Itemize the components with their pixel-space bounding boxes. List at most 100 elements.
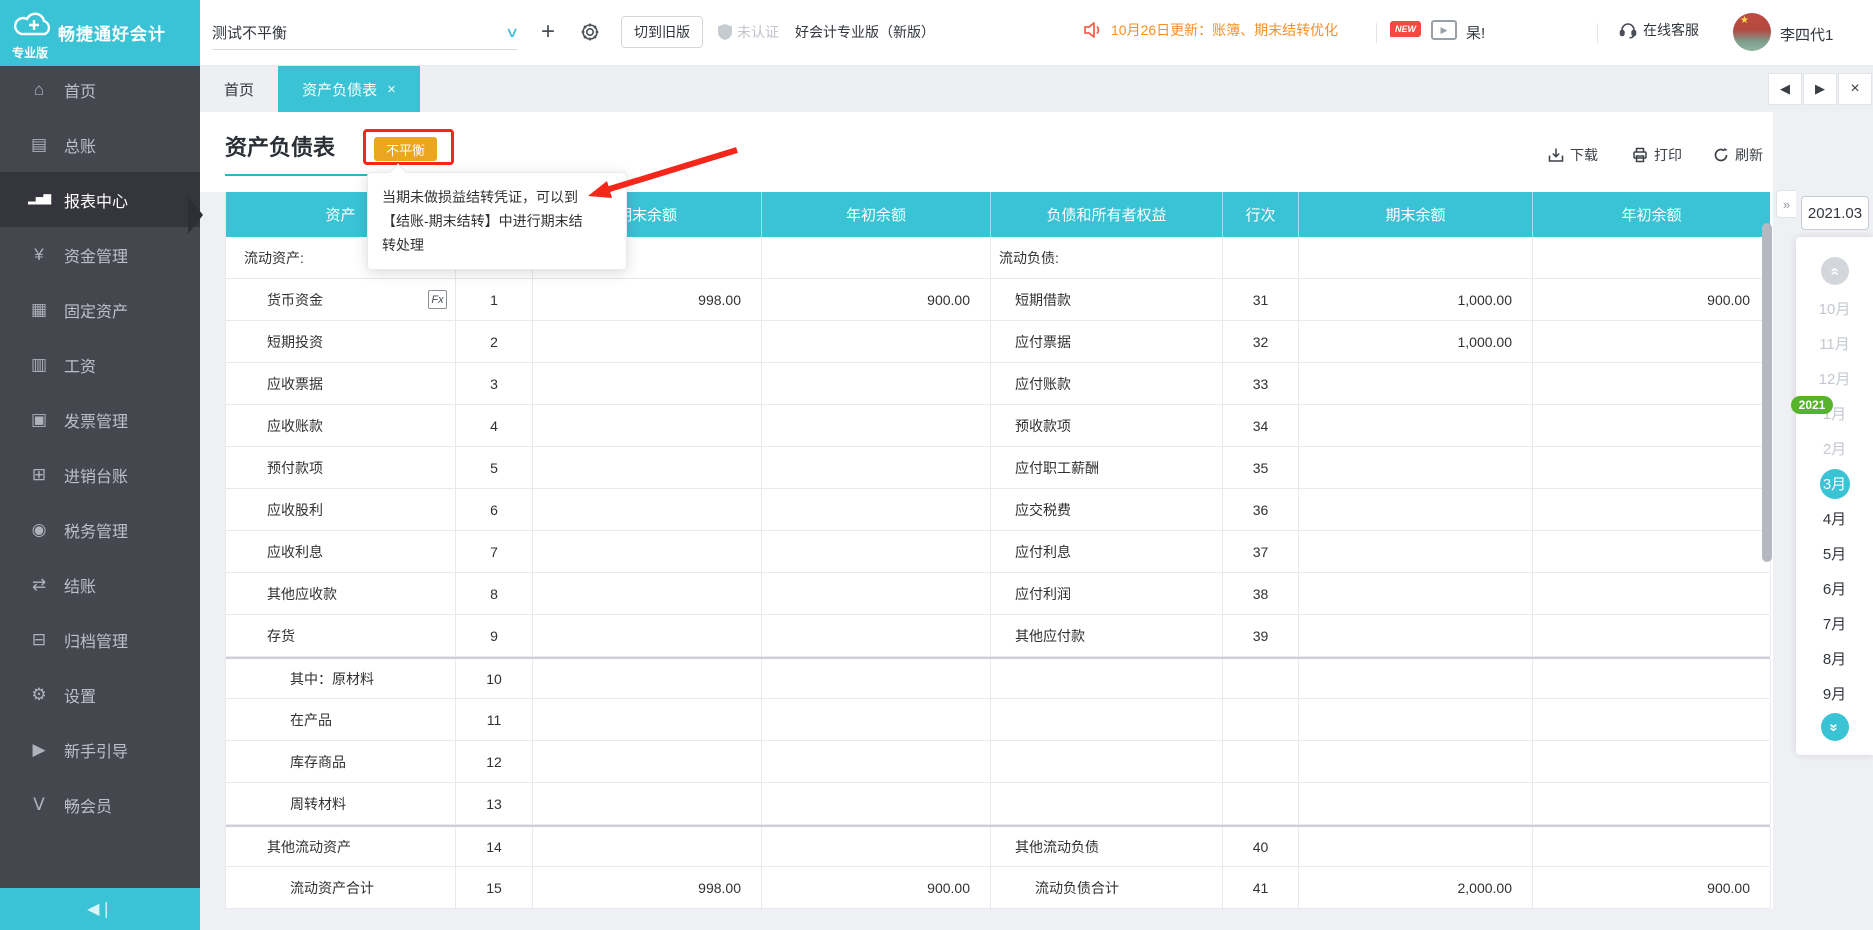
sidebar-item-label: 固定资产 <box>64 303 129 321</box>
sidebar-item-report-chart[interactable]: ▂▅▇ 报表中心 <box>0 172 200 227</box>
sidebar-item-ledger[interactable]: ▤ 总账 <box>0 117 200 172</box>
sidebar-item-tax[interactable]: ◉ 税务管理 <box>0 502 200 557</box>
tab-home[interactable]: 首页 <box>200 66 278 112</box>
liability-beginning-balance-cell <box>1533 659 1771 698</box>
asset-ending-balance-cell <box>533 447 762 488</box>
liability-ending-balance-cell: 1,000.00 <box>1299 321 1533 362</box>
months-scroll-up-button[interactable]: » <box>1820 257 1849 285</box>
asset-beginning-balance-cell <box>762 659 991 698</box>
username[interactable]: 李四代1 <box>1780 24 1833 45</box>
liability-line-no-cell: 32 <box>1223 321 1299 362</box>
table-row: 应收票据 3 应付账款 33 <box>226 363 1771 405</box>
sidebar-item-closing[interactable]: ⇄ 结账 <box>0 557 200 612</box>
sidebar-item-guide[interactable]: ▶ 新手引导 <box>0 722 200 777</box>
new-badge[interactable]: NEW <box>1390 21 1421 37</box>
month-item-8月[interactable]: 8月 <box>1796 641 1873 676</box>
asset-line-no-cell: 10 <box>456 659 533 698</box>
tab-close-icon[interactable]: × <box>387 81 396 98</box>
selected-month-bubble: 3月 <box>1819 468 1850 499</box>
tab-bar: 首页 资产负债表 × ◀ ▶ × <box>200 66 1873 112</box>
asset-name-cell: 应收利息 <box>226 531 456 572</box>
liability-name-cell <box>991 659 1223 698</box>
gear-icon[interactable] <box>576 18 604 46</box>
sidebar-item-payroll[interactable]: ▥ 工资 <box>0 337 200 392</box>
asset-line-no-cell: 4 <box>456 405 533 446</box>
asset-beginning-balance-cell: 900.00 <box>762 279 991 320</box>
period-panel-expand-button[interactable]: » <box>1776 190 1796 218</box>
tabs-close-all-button[interactable]: × <box>1838 73 1872 105</box>
liability-name-cell: 其他应付款 <box>991 615 1223 656</box>
formula-fx-icon[interactable]: Fx <box>428 290 447 309</box>
liability-beginning-balance-cell <box>1533 573 1771 614</box>
liability-ending-balance-cell <box>1299 573 1533 614</box>
month-item-5月[interactable]: 5月 <box>1796 536 1873 571</box>
sidebar-item-fixed-assets[interactable]: ▦ 固定资产 <box>0 282 200 337</box>
liability-beginning-balance-cell <box>1533 827 1771 866</box>
switch-old-version-button[interactable]: 切到旧版 <box>621 16 703 48</box>
title-underline <box>225 174 368 176</box>
print-button[interactable]: 打印 <box>1632 145 1682 165</box>
sidebar-item-archive[interactable]: ⊟ 归档管理 <box>0 612 200 667</box>
asset-name-cell: 货币资金 Fx <box>226 279 456 320</box>
asset-line-no-cell: 3 <box>456 363 533 404</box>
liability-name-cell: 流动负债: <box>991 237 1223 278</box>
sidebar-item-funds[interactable]: ¥ 资金管理 <box>0 227 200 282</box>
month-item-4月[interactable]: 4月 <box>1796 501 1873 536</box>
vertical-scrollbar[interactable] <box>1762 223 1772 562</box>
sidebar-item-invoice[interactable]: ▣ 发票管理 <box>0 392 200 447</box>
sidebar-item-home[interactable]: ⌂ 首页 <box>0 62 200 117</box>
liability-name-cell: 应付职工薪酬 <box>991 447 1223 488</box>
online-support-button[interactable]: 在线客服 <box>1619 20 1699 40</box>
liability-name-cell: 预收款项 <box>991 405 1223 446</box>
tab-balance-sheet[interactable]: 资产负债表 × <box>278 66 420 112</box>
month-item-7月[interactable]: 7月 <box>1796 606 1873 641</box>
sidebar-item-label: 税务管理 <box>64 523 129 541</box>
asset-ending-balance-cell <box>533 363 762 404</box>
sidebar-item-label: 报表中心 <box>64 193 129 211</box>
sidebar-item-settings-gear[interactable]: ⚙ 设置 <box>0 667 200 722</box>
liability-ending-balance-cell <box>1299 363 1533 404</box>
video-tv-icon[interactable]: ▶ <box>1431 20 1457 40</box>
headset-icon <box>1619 23 1637 39</box>
month-item-9月[interactable]: 9月 <box>1796 676 1873 711</box>
month-item-11月[interactable]: 11月 <box>1796 326 1873 361</box>
liability-name-cell: 流动负债合计 <box>991 867 1223 908</box>
month-item-3月[interactable]: 3月 <box>1796 466 1873 501</box>
tab-scroll-left-button[interactable]: ◀ <box>1768 73 1802 105</box>
asset-name-cell: 其中：原材料 <box>226 659 456 698</box>
avatar[interactable]: ★ <box>1733 13 1771 51</box>
column-header: 年初余额 <box>1533 192 1771 237</box>
update-notice[interactable]: 10月26日更新：账簿、期末结转优化 <box>1083 20 1338 40</box>
current-period-box[interactable]: 2021.03 <box>1801 196 1869 230</box>
asset-line-no-cell: 13 <box>456 783 533 824</box>
refresh-button[interactable]: 刷新 <box>1713 145 1763 165</box>
guide-icon: ▶ <box>32 739 46 759</box>
liability-beginning-balance-cell <box>1533 615 1771 656</box>
video-label[interactable]: 杲! <box>1466 22 1485 43</box>
month-item-2月[interactable]: 2月 <box>1796 431 1873 466</box>
asset-beginning-balance-cell <box>762 447 991 488</box>
archive-icon: ⊟ <box>31 629 47 649</box>
add-button[interactable]: + <box>534 18 562 46</box>
asset-line-no-cell: 11 <box>456 699 533 740</box>
month-item-10月[interactable]: 10月 <box>1796 291 1873 326</box>
liability-line-no-cell <box>1223 699 1299 740</box>
liability-line-no-cell: 37 <box>1223 531 1299 572</box>
liability-line-no-cell: 36 <box>1223 489 1299 530</box>
sidebar-collapse-button[interactable]: ◀❘ <box>0 888 200 930</box>
month-item-6月[interactable]: 6月 <box>1796 571 1873 606</box>
liability-ending-balance-cell <box>1299 405 1533 446</box>
table-row: 流动资产合计 15 998.00 900.00 流动负债合计 41 2,000.00 900.… <box>226 867 1771 909</box>
liability-line-no-cell: 33 <box>1223 363 1299 404</box>
sidebar-item-member[interactable]: Ⅴ 畅会员 <box>0 777 200 832</box>
asset-name-cell: 库存商品 <box>226 741 456 782</box>
liability-ending-balance-cell <box>1299 447 1533 488</box>
tab-scroll-right-button[interactable]: ▶ <box>1803 73 1837 105</box>
sidebar-item-trade-ledger[interactable]: ⊞ 进销台账 <box>0 447 200 502</box>
sidebar-item-label: 首页 <box>64 83 97 101</box>
month-item-12月[interactable]: 12月 <box>1796 361 1873 396</box>
account-select[interactable]: 测试不平衡 ∨ <box>212 16 519 50</box>
download-button[interactable]: 下载 <box>1548 145 1598 165</box>
months-scroll-down-button[interactable]: » <box>1820 713 1849 741</box>
asset-beginning-balance-cell <box>762 827 991 866</box>
